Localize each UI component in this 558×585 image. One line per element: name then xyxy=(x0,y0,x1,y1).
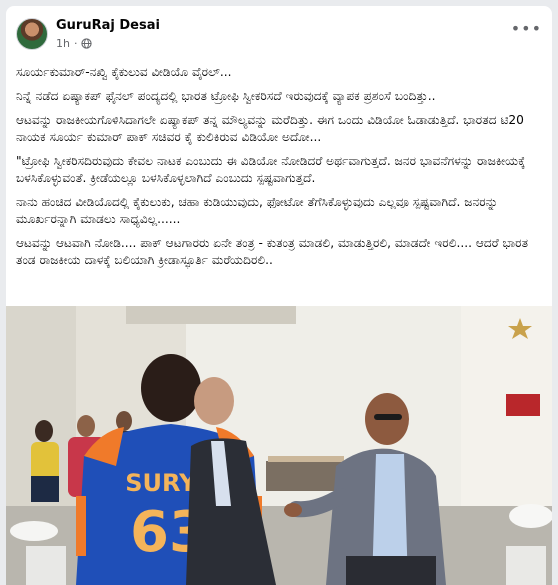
post-paragraph-4: "ಟ್ರೋಫಿ ಸ್ವೀಕರಿಸದಿರುವುದು ಕೇವಲ ನಾಟಕ ಎಂಬುದ… xyxy=(16,154,526,185)
post-paragraph-6: ಆಟವನ್ನು ಆಟವಾಗಿ ನೋಡಿ.... ಪಾಕ್ ಆಟಗಾರರು ಏನೇ… xyxy=(16,236,529,267)
post-paragraph-2: ನಿನ್ನೆ ನಡೆದ ಏಷ್ಯಾಕಪ್ ಫೈನಲ್ ಪಂದ್ಯದಲ್ಲಿ ಭಾ… xyxy=(16,89,436,103)
player-head xyxy=(141,354,201,422)
post-time[interactable]: 1h xyxy=(56,37,70,50)
post-photo[interactable]: SURYA 63 xyxy=(6,306,552,585)
avatar[interactable] xyxy=(16,18,48,50)
post-paragraph-1: ಸೂರ್ಯಕುಮಾರ್-ನಖ್ವಿ ಕೈಕುಲುವ ವೀಡಿಯೊ ವೈರಲ್..… xyxy=(16,65,232,79)
more-options-icon[interactable]: ••• xyxy=(511,21,542,37)
author-name[interactable]: GuruRaj Desai xyxy=(56,18,160,33)
post-header: GuruRaj Desai 1h · ••• xyxy=(6,6,552,60)
post-card: GuruRaj Desai 1h · ••• ಸೂರ್ಯಕುಮಾರ್-ನಖ್ವಿ… xyxy=(6,6,552,585)
man-middle-head xyxy=(194,377,234,425)
post-text: ಸೂರ್ಯಕುಮಾರ್-ನಖ್ವಿ ಕೈಕುಲುವ ವೀಡಿಯೊ ವೈರಲ್..… xyxy=(16,64,544,276)
globe-icon[interactable] xyxy=(81,38,93,49)
post-meta: 1h · xyxy=(56,37,93,50)
meta-separator: · xyxy=(73,37,78,50)
post-paragraph-5: ನಾನು ಹಂಚಿದ ವೀಡಿಯೊದಲ್ಲಿ ಕೈಕುಲುಕು, ಚಹಾ ಕುಡ… xyxy=(16,195,498,226)
wall-sign xyxy=(506,394,540,416)
post-paragraph-3: ಆಟವನ್ನು ರಾಜಕೀಯಗೊಳಿಸಿದಾಗಲೇ ಏಷ್ಯಾಕಪ್ ತನ್ನ … xyxy=(16,113,524,144)
